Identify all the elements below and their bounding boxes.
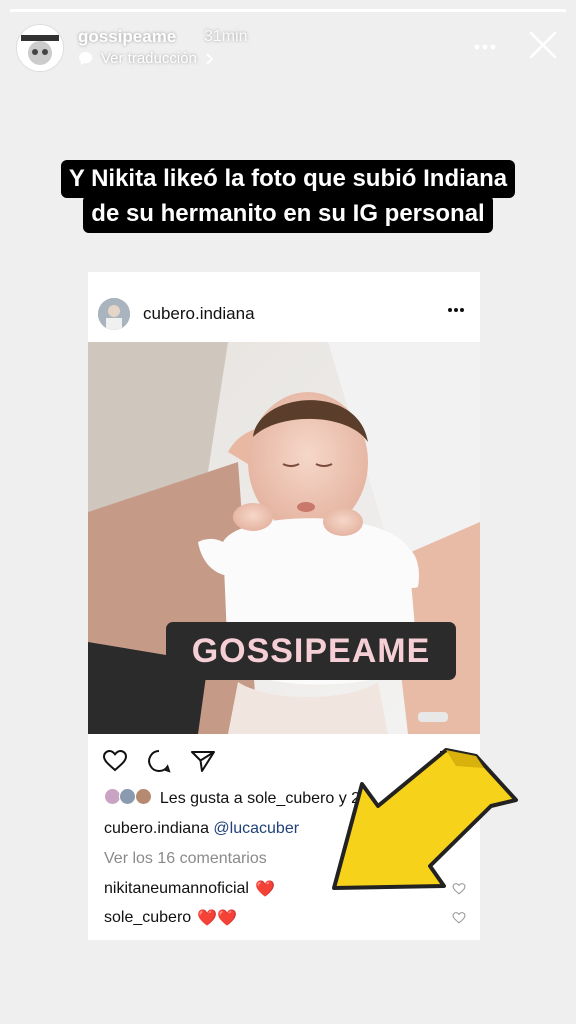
- avatar-logo: [17, 25, 63, 71]
- liker-avatars: [104, 788, 152, 810]
- story-reply-area[interactable]: [0, 954, 576, 1024]
- heart-icon: [102, 749, 128, 772]
- more-icon: [474, 44, 496, 50]
- comment-icon: [148, 750, 171, 773]
- chevron-right-icon: [206, 52, 214, 65]
- liker-avatar: [134, 788, 152, 805]
- post-header: cubero.indiana: [88, 294, 480, 334]
- comment-heart-icon: [452, 912, 466, 924]
- liker-avatar: [119, 788, 137, 805]
- story-progress-fill: [10, 9, 566, 12]
- caption-line-1: Y Nikita likeó la foto que subió Indiana: [60, 160, 516, 198]
- close-icon: [529, 31, 557, 59]
- more-options-button[interactable]: [470, 32, 500, 62]
- story-time: 31min: [204, 28, 248, 45]
- share-icon: [191, 751, 215, 772]
- story-progress-bar: [10, 9, 566, 12]
- translate-link[interactable]: Ver traducción: [78, 50, 215, 67]
- caption-line-2: de su hermanito en su IG personal: [83, 195, 493, 233]
- liker-avatar: [104, 788, 121, 805]
- view-comments-link: Ver los 16 comentarios: [104, 850, 267, 867]
- post-actions: [102, 748, 216, 774]
- baby-photo: GOSSIPEAME: [88, 342, 480, 734]
- post-username: cubero.indiana: [143, 304, 255, 323]
- comment-username: nikitaneumannoficial: [104, 880, 249, 897]
- comment-username: sole_cubero: [104, 909, 192, 926]
- story-caption: Y Nikita likeó la foto que subió Indiana…: [0, 160, 576, 233]
- avatar[interactable]: [16, 24, 64, 72]
- comment-row: nikitaneumannoficial ❤️: [104, 879, 275, 899]
- post-caption: cubero.indiana @lucacuber: [104, 820, 299, 838]
- caption-mention: @lucacuber: [213, 820, 300, 837]
- comment-row: sole_cubero ❤️❤️: [104, 908, 237, 928]
- yellow-arrow-sticker: [332, 748, 518, 890]
- post-more-icon: [448, 308, 464, 312]
- story-username[interactable]: gossipeame: [78, 27, 176, 47]
- translate-label: Ver traducción: [101, 50, 197, 67]
- translate-bubble-icon: [79, 52, 92, 65]
- watermark-stamp: GOSSIPEAME: [166, 622, 456, 680]
- story-header: gossipeame 31min Ver traducción: [16, 22, 560, 72]
- comment-emoji: ❤️: [254, 881, 275, 898]
- post-avatar-image: [98, 298, 130, 330]
- comment-emoji: ❤️❤️: [197, 910, 238, 927]
- post-avatar: [98, 298, 130, 330]
- caption-username: cubero.indiana: [104, 820, 209, 837]
- close-button[interactable]: [528, 30, 558, 60]
